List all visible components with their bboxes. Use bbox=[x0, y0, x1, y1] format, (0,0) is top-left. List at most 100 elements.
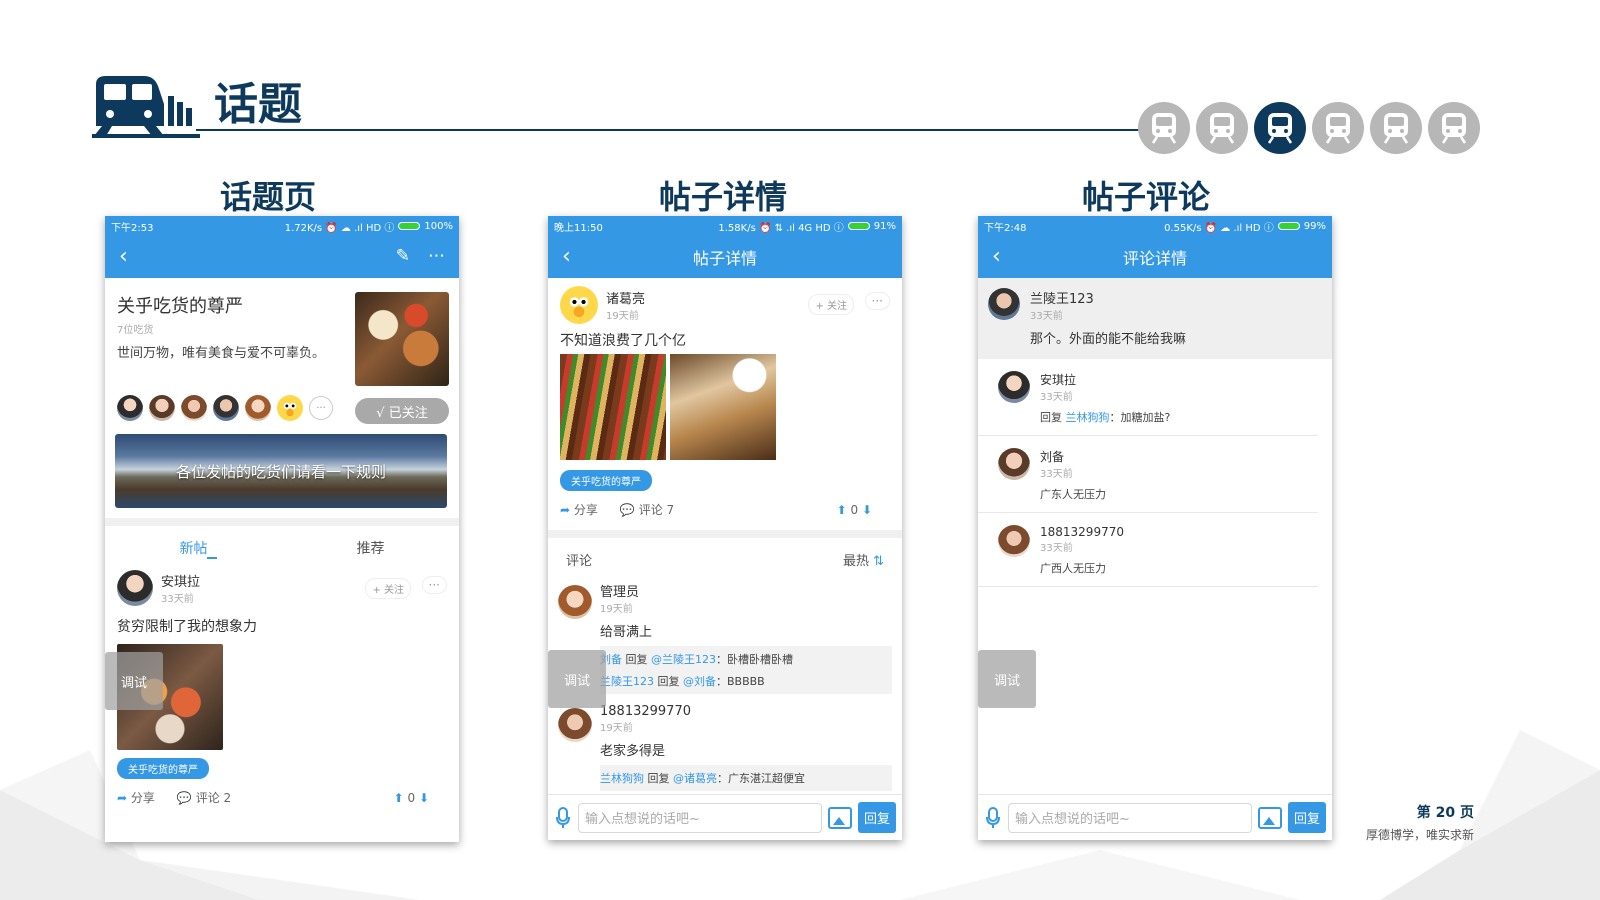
comment-text: 给哥满上 bbox=[600, 625, 653, 640]
commenter-avatar[interactable] bbox=[558, 708, 592, 742]
author-name[interactable]: 安琪拉 bbox=[161, 571, 200, 590]
commenter-name[interactable]: 18813299770 bbox=[600, 704, 892, 719]
post-actions: ➦ 分享 💬 评论 7 ⬆ 0 ⬇ bbox=[560, 501, 890, 518]
member-avatar[interactable] bbox=[117, 395, 143, 421]
member-avatar[interactable] bbox=[213, 395, 239, 421]
tab-new-posts[interactable]: 新帖 bbox=[180, 538, 208, 558]
share-button[interactable]: ➦ 分享 bbox=[560, 501, 598, 518]
replier-avatar[interactable] bbox=[998, 371, 1030, 403]
train-logo-icon bbox=[92, 76, 200, 138]
replier-avatar[interactable] bbox=[998, 525, 1030, 557]
reply-list: 安琪拉 33天前 回复 兰林狗狗：加糖加盐? 刘备 33天前 广东人无压力 18813299… bbox=[978, 359, 1332, 587]
member-avatar[interactable] bbox=[245, 395, 271, 421]
debug-button[interactable]: 调试 bbox=[978, 650, 1036, 708]
battery-icon bbox=[398, 222, 421, 230]
author-avatar[interactable] bbox=[117, 570, 153, 606]
author-name[interactable]: 诸葛亮 bbox=[606, 288, 645, 307]
progress-train-icon bbox=[1312, 102, 1364, 154]
replier-name[interactable]: 18813299770 bbox=[1040, 525, 1124, 539]
post-text: 贫穷限制了我的想象力 bbox=[117, 619, 257, 635]
comment-input[interactable]: 输入点想说的话吧~ bbox=[578, 802, 822, 833]
followed-button[interactable]: √ 已关注 bbox=[355, 398, 449, 424]
downvote-icon[interactable]: ⬇ bbox=[862, 503, 872, 517]
reply-to[interactable]: @刘备 bbox=[683, 675, 716, 688]
vote-count: 0 bbox=[407, 790, 416, 805]
reply-from[interactable]: 兰林狗狗 bbox=[600, 772, 644, 785]
post-more-button[interactable]: ··· bbox=[421, 576, 447, 594]
post-image[interactable] bbox=[560, 354, 666, 460]
replier-name[interactable]: 安琪拉 bbox=[1040, 371, 1170, 388]
more-members-button[interactable]: ··· bbox=[309, 396, 333, 420]
follow-button[interactable]: + 关注 bbox=[808, 294, 854, 315]
member-avatar[interactable] bbox=[277, 395, 303, 421]
status-bar: 晚上11:50 1.58K/s ⏰ ⇅ .ıl 4G HD ⓘ 91% bbox=[548, 216, 902, 236]
comment-time: 19天前 bbox=[600, 604, 633, 615]
reply-mention[interactable]: 兰林狗狗 bbox=[1066, 411, 1110, 424]
post-image[interactable] bbox=[670, 354, 776, 460]
comment-button[interactable]: 💬 评论 2 bbox=[177, 789, 231, 806]
replier-avatar[interactable] bbox=[998, 448, 1030, 480]
share-icon: ➦ bbox=[117, 791, 128, 805]
reply-to[interactable]: @兰陵王123 bbox=[651, 653, 716, 666]
topic-tabs: 新帖 推荐 bbox=[105, 526, 459, 570]
reply-to[interactable]: @诸葛亮 bbox=[673, 772, 717, 785]
replier-name[interactable]: 刘备 bbox=[1040, 448, 1106, 465]
reply-text: 广西人无压力 bbox=[1040, 562, 1106, 575]
reply-text: ：BBBBB bbox=[716, 675, 765, 688]
share-button[interactable]: ➦ 分享 bbox=[117, 789, 155, 806]
reply-item: 安琪拉 33天前 回复 兰林狗狗：加糖加盐? bbox=[978, 359, 1318, 436]
tab-recommended[interactable]: 推荐 bbox=[357, 538, 385, 558]
reply-text: 广东人无压力 bbox=[1040, 488, 1106, 501]
comment-input-bar: 输入点想说的话吧~ 回复 bbox=[978, 794, 1332, 840]
post-text: 不知道浪费了几个亿 bbox=[560, 333, 686, 349]
comment-button[interactable]: 💬 评论 7 bbox=[620, 501, 674, 518]
commenter-name[interactable]: 兰陵王123 bbox=[1030, 288, 1186, 307]
reply-box: 兰林狗狗 回复 @诸葛亮：广东湛江超便宜 bbox=[600, 765, 892, 791]
reply-time: 33天前 bbox=[1040, 392, 1073, 403]
section-title-topic: 话题页 bbox=[219, 178, 316, 216]
back-icon[interactable]: ‹ bbox=[119, 245, 128, 269]
more-icon[interactable]: ⋯ bbox=[428, 246, 445, 266]
reply-button[interactable]: 回复 bbox=[1287, 802, 1326, 833]
progress-train-icon bbox=[1138, 102, 1190, 154]
reply-line: 刘备 回复 @兰陵王123：卧槽卧槽卧槽 bbox=[600, 648, 892, 670]
post-topic-tag[interactable]: 关乎吃货的尊严 bbox=[560, 470, 652, 491]
upvote-icon[interactable]: ⬆ bbox=[837, 503, 847, 517]
author-avatar[interactable] bbox=[560, 286, 598, 324]
downvote-icon[interactable]: ⬇ bbox=[419, 791, 429, 805]
main-comment: 兰陵王123 33天前 那个。外面的能不能给我嘛 bbox=[978, 278, 1332, 359]
image-icon[interactable] bbox=[1257, 806, 1282, 829]
page-number: 第 20 页 bbox=[1416, 805, 1474, 821]
member-avatar[interactable] bbox=[149, 395, 175, 421]
microphone-icon[interactable] bbox=[554, 805, 572, 831]
commenter-avatar[interactable] bbox=[988, 288, 1020, 320]
reply-from[interactable]: 兰陵王123 bbox=[600, 675, 654, 688]
edit-icon[interactable]: ✎ bbox=[396, 246, 410, 266]
upvote-icon[interactable]: ⬆ bbox=[394, 791, 404, 805]
reply-text: ：广东湛江超便宜 bbox=[717, 772, 805, 785]
post-topic-tag[interactable]: 关乎吃货的尊严 bbox=[117, 758, 209, 779]
sort-button[interactable]: 最热 ⇅ bbox=[843, 550, 884, 569]
reply-button[interactable]: 回复 bbox=[857, 802, 896, 833]
comment-input[interactable]: 输入点想说的话吧~ bbox=[1008, 802, 1252, 833]
navbar: ‹ ✎ ⋯ bbox=[105, 236, 459, 278]
vote-count: 0 bbox=[850, 502, 859, 517]
motto: 厚德博学，唯实求新 bbox=[1365, 828, 1474, 842]
back-icon[interactable]: ‹ bbox=[992, 245, 1001, 269]
image-icon[interactable] bbox=[827, 806, 852, 829]
follow-button[interactable]: + 关注 bbox=[365, 578, 411, 599]
debug-button[interactable]: 调试 bbox=[105, 652, 163, 710]
commenter-name[interactable]: 管理员 bbox=[600, 581, 892, 600]
member-avatar[interactable] bbox=[181, 395, 207, 421]
section-gap bbox=[105, 518, 459, 526]
comment-time: 33天前 bbox=[1030, 311, 1063, 322]
status-bar: 下午2:48 0.55K/s ⏰ ☁ .ıl HD ⓘ 99% bbox=[978, 216, 1332, 236]
microphone-icon[interactable] bbox=[984, 805, 1002, 831]
rules-banner[interactable]: 各位发帖的吃货们请看一下规则 bbox=[115, 434, 447, 508]
post-more-button[interactable]: ··· bbox=[864, 292, 890, 310]
back-icon[interactable]: ‹ bbox=[562, 245, 571, 269]
reply-text: ：卧槽卧槽卧槽 bbox=[716, 653, 793, 666]
vote-control: ⬆ 0 ⬇ bbox=[837, 503, 872, 517]
debug-button[interactable]: 调试 bbox=[548, 650, 606, 708]
commenter-avatar[interactable] bbox=[558, 585, 592, 619]
